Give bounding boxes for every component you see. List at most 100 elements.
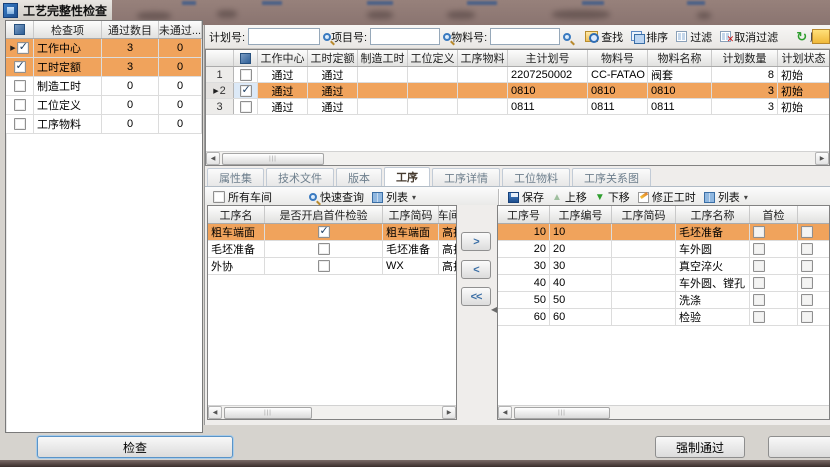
table-row[interactable]: 10 10 毛坯准备 (498, 224, 829, 241)
column-header[interactable]: 首检 (750, 206, 798, 223)
save-button[interactable]: 保存 (508, 189, 544, 205)
first-check-cell[interactable] (750, 258, 798, 274)
first-check-cell[interactable] (750, 224, 798, 240)
checkbox[interactable] (753, 226, 765, 238)
column-header[interactable] (798, 206, 829, 223)
checkbox[interactable] (318, 226, 330, 238)
first-check-cell[interactable] (750, 309, 798, 325)
tab-process-details[interactable]: 工序详情 (432, 168, 500, 186)
column-header[interactable]: 是否开启首件检验 (265, 206, 383, 223)
check-cell[interactable] (798, 258, 829, 274)
checkbox[interactable] (14, 80, 26, 92)
column-header[interactable]: 物料名称 (648, 50, 712, 66)
row-check-cell[interactable] (6, 58, 34, 76)
checkbox[interactable] (14, 61, 26, 73)
table-row[interactable]: 30 30 真空淬火 (498, 258, 829, 275)
table-row[interactable]: 外协 WX 高排车间 (208, 258, 456, 275)
column-header[interactable]: 工序简码 (612, 206, 676, 223)
table-row[interactable]: 1 通过 通过 2207250002 CC-FATAO 阀套 8 初始 (206, 67, 829, 83)
checkbox[interactable] (801, 243, 813, 255)
checkbox[interactable] (801, 260, 813, 272)
first-check-cell[interactable] (265, 241, 383, 257)
row-check-cell[interactable] (234, 99, 258, 114)
list-dropdown[interactable]: 列表 ▾ (704, 189, 748, 205)
checkbox[interactable] (14, 99, 26, 111)
table-row[interactable]: 60 60 检验 (498, 309, 829, 326)
tab-attribute-set[interactable]: 属性集 (207, 168, 264, 186)
checkbox[interactable] (753, 243, 765, 255)
table-row[interactable]: 毛坯准备 毛坯准备 高排车间 (208, 241, 456, 258)
tab-version[interactable]: 版本 (336, 168, 382, 186)
move-up-button[interactable]: ▲ 上移 (552, 189, 587, 205)
column-header[interactable]: 检查项 (34, 21, 102, 38)
row-check-cell[interactable] (6, 115, 34, 133)
search-icon[interactable] (443, 33, 451, 41)
check-cell[interactable] (798, 309, 829, 325)
tab-process-relation[interactable]: 工序关系图 (572, 168, 651, 186)
filter-button[interactable]: 过滤 (676, 29, 712, 45)
column-header[interactable]: 主计划号 (508, 50, 588, 66)
column-header[interactable]: 制造工时 (358, 50, 408, 66)
column-header[interactable]: 工时定额 (308, 50, 358, 66)
column-header[interactable]: 工序编号 (550, 206, 612, 223)
tab-technical-files[interactable]: 技术文件 (266, 168, 334, 186)
check-item-cell[interactable]: 工作中心 (34, 39, 102, 57)
row-check-cell[interactable]: ▶ (6, 39, 34, 57)
horizontal-scrollbar[interactable]: ◀ ||| ▶ (206, 151, 829, 165)
table-row[interactable]: 3 通过 通过 0811 0811 0811 3 初始 (206, 99, 829, 115)
column-header[interactable]: 工序名称 (676, 206, 750, 223)
column-header[interactable]: 通过数目 (102, 21, 159, 38)
more-icon[interactable] (812, 29, 830, 44)
search-icon[interactable] (323, 33, 331, 41)
first-check-cell[interactable] (265, 224, 383, 240)
column-header[interactable]: 工作中心 (258, 50, 308, 66)
checkbox[interactable] (240, 85, 252, 97)
column-header[interactable]: 车间 (439, 206, 457, 223)
row-check-cell[interactable] (6, 77, 34, 95)
check-cell[interactable] (798, 275, 829, 291)
check-cell[interactable] (798, 224, 829, 240)
check-item-cell[interactable]: 工位定义 (34, 96, 102, 114)
table-row[interactable]: 粗车端面 粗车端面 高排车间 (208, 224, 456, 241)
column-header[interactable]: 工位定义 (408, 50, 458, 66)
plan-no-input[interactable] (248, 28, 320, 45)
column-header[interactable]: 未通过... (159, 21, 202, 38)
list-dropdown[interactable]: 列表 ▾ (372, 189, 416, 205)
scroll-right-button[interactable]: ▶ (442, 406, 456, 419)
first-check-cell[interactable] (750, 292, 798, 308)
all-workshops-toggle[interactable]: 所有车间 (213, 189, 272, 205)
check-item-cell[interactable]: 工时定额 (34, 58, 102, 76)
quick-query-button[interactable]: 快速查询 (309, 189, 364, 205)
column-header[interactable]: 工序名 (208, 206, 265, 223)
scrollbar-thumb[interactable]: ||| (514, 407, 610, 419)
checkbox[interactable] (240, 69, 252, 81)
first-check-cell[interactable] (265, 258, 383, 274)
column-header[interactable]: 工序号 (498, 206, 550, 223)
checkbox[interactable] (213, 191, 225, 203)
checkbox[interactable] (801, 294, 813, 306)
scrollbar-thumb[interactable]: ||| (224, 407, 312, 419)
cancel-filter-button[interactable]: 取消过滤 (720, 29, 778, 45)
row-check-cell[interactable] (234, 83, 258, 98)
checkbox[interactable] (801, 311, 813, 323)
checkbox[interactable] (753, 311, 765, 323)
sort-button[interactable]: 排序 (631, 29, 668, 45)
checkbox[interactable] (17, 42, 29, 54)
checkbox[interactable] (318, 260, 330, 272)
horizontal-scrollbar[interactable]: ◀ ||| (498, 405, 829, 419)
partial-button[interactable] (768, 436, 830, 458)
checkbox[interactable] (753, 277, 765, 289)
table-row[interactable]: ▶2 通过 通过 0810 0810 0810 3 初始 (206, 83, 829, 99)
tab-process[interactable]: 工序 (384, 167, 430, 186)
row-check-cell[interactable] (234, 67, 258, 82)
table-row[interactable]: 工序物料 0 0 (6, 115, 202, 134)
table-row[interactable]: 40 40 车外圆、镗孔 (498, 275, 829, 292)
horizontal-scrollbar[interactable]: ◀ ||| ▶ (208, 405, 456, 419)
checkbox[interactable] (801, 277, 813, 289)
first-check-cell[interactable] (750, 275, 798, 291)
scrollbar-thumb[interactable]: ||| (222, 153, 324, 165)
table-row[interactable]: ▶ 工作中心 3 0 (6, 39, 202, 58)
checkbox[interactable] (318, 243, 330, 255)
checkbox[interactable] (753, 260, 765, 272)
fix-hours-button[interactable]: 修正工时 (638, 189, 696, 205)
